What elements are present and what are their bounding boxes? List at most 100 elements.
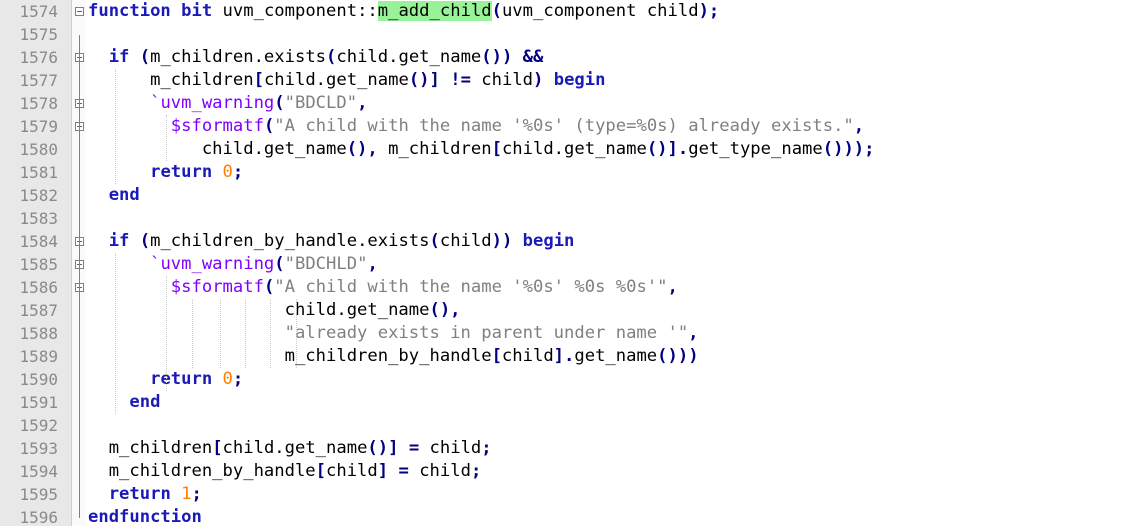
code-text: child.get_name(), m_children[child.get_n… [88,138,875,161]
code-token: `uvm_warning [150,254,275,274]
code-token: return [150,369,213,389]
code-token: "already exists in parent under name '" [284,323,689,343]
code-line[interactable]: 1576 if (m_children.exists(child.get_nam… [0,46,1130,69]
code-token: [ [212,438,223,458]
indent-guide [296,299,297,368]
code-token: child.get_name [263,70,409,90]
code-line[interactable]: 1586 $sformatf("A child with the name '%… [0,276,1130,299]
code-text: end [88,391,160,414]
code-line[interactable]: 1574 function bit uvm_component::m_add_ch… [0,0,1130,23]
code-line[interactable]: 1589 m_children_by_handle[child].get_nam… [0,345,1130,368]
code-token: 0 [222,369,233,389]
code-token: ); [698,1,720,21]
code-token: m_children [88,438,213,458]
code-token: ( [263,277,275,297]
code-token: uvm_component child [501,1,699,21]
code-line[interactable]: 1591 end [0,391,1130,414]
code-text: "already exists in parent under name '", [88,322,699,345]
indent-guide [115,253,116,414]
code-token: m_children [88,70,254,90]
code-line[interactable]: 1595 return 1; [0,483,1130,506]
code-line[interactable]: 1587 child.get_name(), [0,299,1130,322]
fold-collapse-icon[interactable] [75,7,84,16]
code-line[interactable]: 1577 m_children[child.get_name()] != chi… [0,69,1130,92]
code-token: , [357,93,368,113]
code-token: ; [191,484,202,504]
code-token: ( [263,116,275,136]
code-token: ( [274,93,285,113]
code-line[interactable]: 1584 if (m_children_by_handle.exists(chi… [0,230,1130,253]
code-token: child.get_name [501,139,647,159]
code-line[interactable]: 1594 m_children_by_handle[child] = child… [0,460,1130,483]
indent-guide [115,69,116,184]
code-token: "A child with the name '%0s' (type=%0s) … [274,116,854,136]
code-token: get_name [574,346,658,366]
code-token: (), [429,300,461,320]
code-token: 1 [181,484,192,504]
code-line[interactable]: 1592 [0,414,1130,437]
line-number: 1579 [19,117,58,136]
code-token: ( [129,231,151,251]
code-token: ; [470,461,482,481]
code-line[interactable]: 1580 child.get_name(), m_children[child.… [0,138,1130,161]
code-token: , [667,277,678,297]
code-token: (), [346,139,378,159]
code-line[interactable]: 1575 [0,23,1130,46]
code-token: child [470,70,534,90]
code-token: end [129,392,161,412]
code-token: return [150,162,213,182]
line-number: 1585 [19,255,58,274]
code-line[interactable]: 1585 `uvm_warning("BDCHLD", [0,253,1130,276]
code-line[interactable]: 1579 $sformatf("A child with the name '%… [0,115,1130,138]
code-token: = [398,461,409,481]
code-text: m_children[child.get_name()] = child; [88,437,492,460]
line-number: 1582 [19,186,58,205]
code-token: "BDCLD" [284,93,358,113]
indent-guide [245,299,246,368]
code-text: end [88,184,140,207]
code-line[interactable]: 1578 `uvm_warning("BDCLD", [0,92,1130,115]
code-line[interactable]: 1581 return 0; [0,161,1130,184]
code-token: ; [232,162,244,182]
code-line[interactable]: 1583 [0,207,1130,230]
line-number: 1575 [19,25,58,44]
code-token: ( [274,254,285,274]
code-token: , [688,323,699,343]
code-line[interactable]: 1593 m_children[child.get_name()] = chil… [0,437,1130,460]
code-token: m_children [377,139,492,159]
code-token: ()] [408,70,440,90]
code-text: child.get_name(), [88,299,461,322]
code-text: $sformatf("A child with the name '%0s' %… [88,276,678,299]
code-token: ( [429,231,440,251]
code-text: `uvm_warning("BDCHLD", [88,253,378,276]
code-token: child [326,461,378,481]
code-token: ] [377,461,389,481]
code-text: `uvm_warning("BDCLD", [88,92,367,115]
code-token: [ [315,461,327,481]
line-number: 1581 [19,163,58,182]
code-token: ())); [822,139,875,159]
line-number: 1586 [19,278,58,297]
code-text: if (m_children.exists(child.get_name()) … [88,46,544,69]
code-token: [ [491,346,502,366]
code-editor[interactable]: 1574 function bit uvm_component::m_add_ch… [0,0,1130,527]
code-line[interactable]: 1588 "already exists in parent under nam… [0,322,1130,345]
line-number: 1594 [19,462,58,481]
code-line[interactable]: 1582 end [0,184,1130,207]
code-token: return [108,484,171,504]
code-token: ()]. [646,139,689,159]
code-token: ()] [367,438,399,458]
highlighted-token: m_add_child [377,1,492,21]
code-line[interactable]: 1590 return 0; [0,368,1130,391]
